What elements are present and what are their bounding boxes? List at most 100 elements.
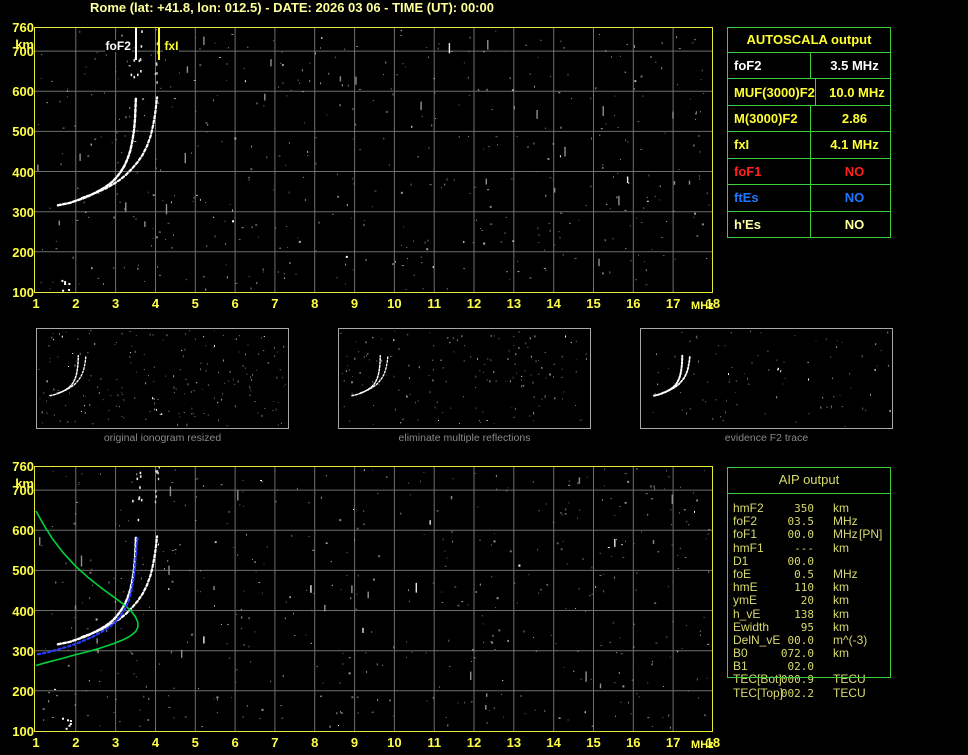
label-cell: M(3000)F2 (728, 105, 811, 132)
aip-label: hmE (733, 580, 758, 595)
autoscala-row-fxi: fxI 4.1 MHz (728, 132, 890, 159)
x-tick-label: 11 (427, 296, 442, 311)
aip-row-tec-bot-: TEC[Bot] 000.9 TECU (727, 673, 891, 687)
y-tick-label: 300 (12, 643, 34, 659)
y-tick-label: 760 (12, 20, 34, 35)
autoscala-row-fof2: foF2 3.5 MHz (728, 53, 890, 80)
x-tick-label: 5 (191, 296, 199, 311)
aip-row-h-ve: h_vE 138 km (727, 606, 891, 621)
aip-unit: TECU (833, 685, 866, 700)
aip-row-fof1: foF1 00.0 MHz [PN] (727, 527, 891, 542)
autoscala-row-fof1: foF1 NO (728, 158, 890, 186)
aip-label: h_vE (733, 606, 761, 621)
value-cell: NO (844, 216, 865, 232)
aip-unit: km (833, 593, 849, 608)
page-title: Rome (lat: +41.8, lon: 012.5) - DATE: 20… (90, 0, 494, 15)
x-tick-label: 4 (151, 735, 160, 750)
x-tick-label: 8 (311, 735, 319, 750)
x-tick-label: 8 (311, 296, 319, 311)
top-ionogram-plot: foF2 fxI (34, 27, 713, 293)
aip-row-ewidth: Ewidth 95 km (727, 620, 891, 634)
value-cell: 10.0 MHz (829, 84, 885, 100)
label-cell: MUF(3000)F2 (728, 79, 816, 105)
aip-value: 02.0 (787, 660, 815, 674)
y-tick-label: 500 (12, 563, 34, 579)
aip-unit: km (833, 606, 849, 621)
aip-unit: MHz (833, 566, 858, 581)
aip-value: 00.0 (787, 633, 815, 647)
aip-value: 0.5 (794, 567, 814, 581)
thumbnail-no-reflections (338, 328, 591, 429)
x-mode-trace (80, 96, 159, 200)
aip-label: B0 (733, 646, 748, 661)
fxi-marker-line (158, 28, 161, 60)
x-axis-unit: MHz (691, 739, 714, 751)
x-axis-unit: MHz (691, 300, 714, 312)
value-cell: NO (844, 190, 865, 206)
x-tick-label: 14 (546, 735, 561, 750)
label-cell: h'Es (728, 211, 811, 237)
plot-frame (34, 466, 713, 732)
thumbnail-original (36, 328, 289, 429)
autoscala-row-m3000: M(3000)F2 2.86 (728, 105, 890, 133)
y-tick-label: 600 (12, 84, 34, 100)
y-tick-label: 600 (12, 523, 34, 539)
x-tick-label: 2 (72, 735, 80, 750)
green-profile-curve (35, 510, 139, 667)
fxi-marker-label: fxI (163, 39, 180, 53)
aip-row-yme: ymE 20 km (727, 593, 891, 608)
aip-label: foF1 (733, 527, 758, 542)
aip-note: [PN] (859, 527, 883, 542)
x-tick-label: 3 (112, 296, 120, 311)
aip-row-d1: D1 00.0 (727, 554, 891, 568)
aip-label: ymE (733, 593, 757, 608)
aip-row-tec-top-: TEC[Top] 002.2 TECU (727, 685, 891, 700)
y-tick-label: 500 (12, 124, 34, 140)
aip-unit: km (833, 540, 849, 555)
fof2-marker-label: foF2 (104, 39, 132, 53)
x-tick-label: 6 (231, 296, 239, 311)
grid (35, 28, 712, 292)
thumb-o-trace (653, 354, 684, 397)
aip-value: 072.0 (780, 647, 814, 661)
aip-value: 000.9 (780, 673, 814, 687)
autoscala-row-hes: h'Es NO (728, 211, 890, 237)
thumbnail-f2-trace (640, 328, 893, 429)
x-tick-label: 1 (32, 735, 40, 750)
blue-fitted-trace (36, 537, 139, 656)
aip-label: hmF1 (733, 540, 764, 555)
top-ionogram-canvas (34, 27, 713, 293)
x-tick-label: 7 (271, 296, 279, 311)
value-cell: 4.1 MHz (830, 137, 879, 153)
o-mode-trace (56, 97, 138, 207)
x-tick-label: 17 (665, 735, 681, 750)
y-tick-label: 400 (12, 164, 34, 180)
x-tick-label: 9 (350, 735, 359, 750)
bottom-ionogram-canvas (34, 466, 713, 732)
plot-frame (34, 27, 713, 293)
x-tick-label: 15 (586, 296, 601, 311)
fof2-marker-line (134, 28, 137, 60)
x-tick-label: 12 (466, 296, 482, 311)
aip-value: 110 (794, 581, 814, 595)
y-tick-label: 200 (12, 683, 34, 699)
x-tick-label: 11 (427, 735, 442, 750)
aip-value: 95 (800, 620, 814, 634)
aip-value: 03.5 (787, 515, 815, 529)
thumb-o-trace (351, 354, 382, 397)
x-tick-label: 15 (586, 735, 601, 750)
x-tick-label: 14 (546, 296, 561, 311)
aip-header-separator (727, 493, 891, 494)
aip-value: 350 (794, 502, 814, 515)
grid (35, 467, 712, 731)
thumb-x-trace (57, 354, 87, 394)
aip-value: 00.0 (787, 528, 815, 542)
label-cell: fxI (728, 132, 811, 158)
x-tick-label: 9 (350, 296, 359, 311)
value-cell: 2.86 (841, 111, 868, 127)
x-tick-label: 7 (271, 735, 279, 750)
x-mode-trace (80, 535, 159, 639)
y-axis-unit: km (15, 37, 34, 52)
x-tick-label: 5 (191, 735, 199, 750)
autoscala-row-ftes: ftEs NO (728, 185, 890, 212)
